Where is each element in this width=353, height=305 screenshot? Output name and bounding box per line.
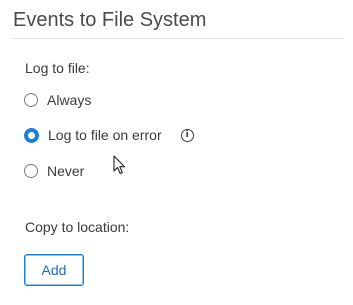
radio-label-log-on-error: Log to file on error: [48, 127, 162, 143]
radio-button-unchecked[interactable]: [24, 164, 38, 178]
radio-label-always: Always: [47, 92, 92, 108]
copy-to-location-label: Copy to location:: [25, 219, 130, 235]
radio-option-always[interactable]: Always: [24, 90, 91, 110]
info-icon[interactable]: i: [180, 128, 194, 142]
add-button[interactable]: Add: [24, 254, 84, 286]
radio-option-never[interactable]: Never: [24, 161, 84, 181]
radio-button-unchecked[interactable]: [24, 93, 38, 107]
radio-label-never: Never: [47, 163, 85, 179]
section-title: Events to File System: [13, 9, 207, 31]
mouse-cursor-icon: [113, 155, 126, 175]
radio-button-checked[interactable]: [24, 127, 39, 143]
log-to-file-label: Log to file:: [25, 60, 90, 76]
radio-option-log-on-error[interactable]: Log to file on error i: [24, 125, 194, 145]
title-divider: [12, 38, 344, 39]
